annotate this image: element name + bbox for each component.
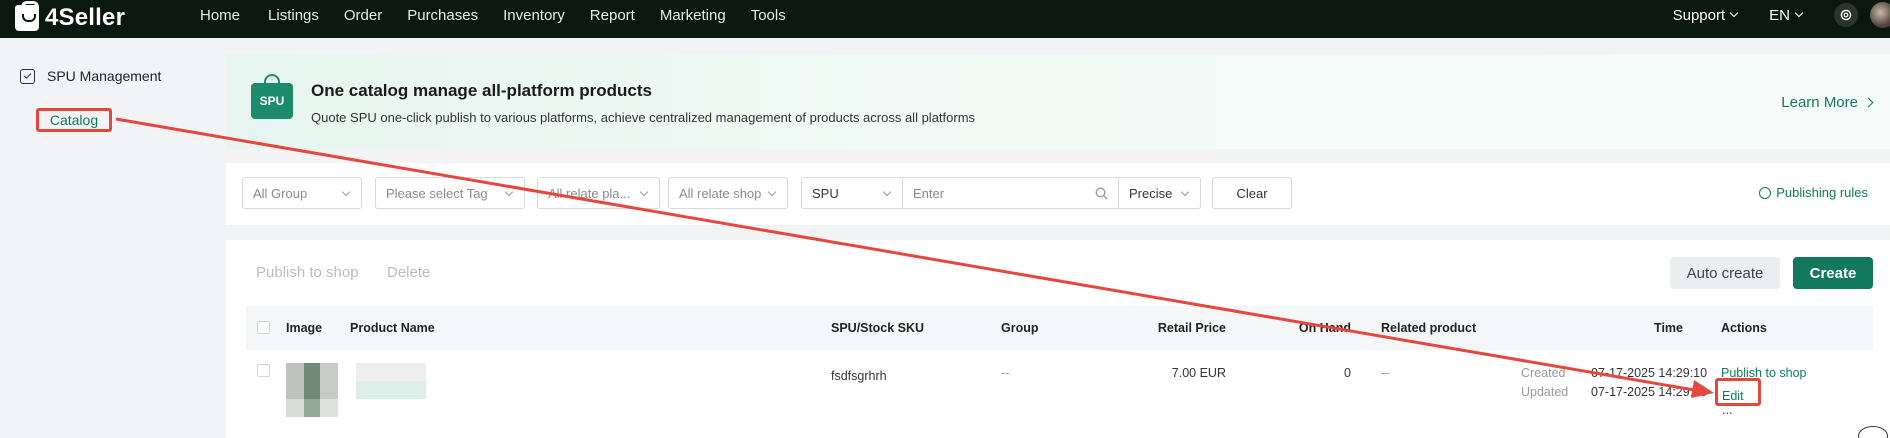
sidebar-item-label: Catalog [49, 112, 99, 128]
chevron-down-icon [504, 187, 514, 197]
shop-select-placeholder: All relate shop [679, 185, 762, 201]
created-label: Created [1521, 366, 1566, 380]
chevron-down-icon [639, 187, 649, 197]
delete-button[interactable]: Delete [387, 264, 430, 281]
chevron-down-icon [341, 187, 351, 197]
publishing-rules-label: Publishing rules [1776, 185, 1868, 200]
settings-button[interactable] [1834, 3, 1858, 27]
updated-label: Updated [1521, 385, 1569, 399]
row-group: -- [1001, 366, 1010, 380]
group-select-value: All Group [253, 185, 308, 201]
select-all-checkbox[interactable] [257, 321, 270, 334]
chevron-down-icon [1180, 187, 1190, 197]
catalog-icon [20, 68, 35, 84]
filter-bar: All Group Please select Tag All relate p… [226, 163, 1890, 225]
banner-subtitle: Quote SPU one-click publish to various p… [311, 110, 976, 125]
sidebar: SPU Management Catalog [0, 38, 215, 438]
row-on-hand: 0 [1344, 366, 1351, 380]
row-checkbox[interactable] [257, 364, 270, 377]
main-nav: Home Listings Order Purchases Inventory … [200, 0, 811, 30]
nav-tools[interactable]: Tools [751, 7, 786, 24]
platform-select[interactable]: All relate pla... [537, 177, 660, 209]
nav-purchases[interactable]: Purchases [407, 7, 478, 24]
top-nav-bar: 4Seller Home Listings Order Purchases In… [0, 0, 1890, 38]
updated-time: 07-17-2025 14:29:10 [1591, 385, 1708, 399]
avatar[interactable] [1870, 2, 1890, 28]
column-spu-sku: SPU/Stock SKU [831, 321, 925, 335]
search-icon [1095, 187, 1108, 200]
sidebar-item-catalog[interactable]: Catalog [36, 108, 112, 132]
chevron-down-icon [1794, 8, 1804, 18]
publish-to-shop-button[interactable]: Publish to shop [256, 264, 359, 281]
column-time: Time [1654, 321, 1683, 335]
nav-order[interactable]: Order [344, 7, 382, 24]
clear-button[interactable]: Clear [1212, 177, 1292, 209]
banner-title: One catalog manage all-platform products [311, 81, 653, 100]
row-retail-price: 7.00 EUR [1171, 366, 1226, 380]
settings-icon [1759, 186, 1772, 199]
nav-marketing[interactable]: Marketing [660, 7, 726, 24]
row-related: -- [1381, 366, 1390, 380]
created-time: 07-17-2025 14:29:10 [1591, 366, 1708, 380]
learn-more-link[interactable]: Learn More [1781, 94, 1874, 111]
column-product-name: Product Name [350, 321, 435, 335]
match-mode-select[interactable]: Precise [1118, 177, 1201, 209]
promo-banner: SPU One catalog manage all-platform prod… [226, 54, 1890, 149]
logo-text: 4Seller [45, 4, 126, 31]
publishing-rules-link[interactable]: Publishing rules [1759, 185, 1868, 200]
group-select[interactable]: All Group [242, 177, 362, 209]
logo-bag-icon [15, 1, 39, 31]
support-label: Support [1672, 6, 1726, 24]
search-input-placeholder: Enter [913, 185, 945, 201]
row-spu: fsdfsgrhrh [831, 369, 887, 383]
sidebar-section-label: SPU Management [47, 68, 162, 84]
match-mode-value: Precise [1129, 185, 1173, 201]
column-on-hand: On Hand [1298, 321, 1351, 335]
nav-listings[interactable]: Listings [268, 7, 319, 24]
chevron-right-icon [1863, 97, 1874, 108]
logo[interactable]: 4Seller [15, 1, 126, 32]
edit-highlight-box [1715, 378, 1761, 406]
column-image: Image [286, 321, 323, 335]
spu-bag-icon: SPU [251, 74, 293, 119]
create-button[interactable]: Create [1793, 257, 1873, 289]
product-name-blurred [356, 363, 426, 399]
tag-select-placeholder: Please select Tag [386, 185, 488, 201]
more-actions[interactable]: ... [1722, 403, 1732, 417]
auto-create-button[interactable]: Auto create [1670, 257, 1780, 289]
column-actions: Actions [1721, 321, 1767, 335]
nav-report[interactable]: Report [590, 7, 635, 24]
spu-badge-text: SPU [259, 94, 285, 108]
search-type-select[interactable]: SPU [801, 177, 903, 209]
table-header: Image Product Name SPU/Stock SKU Group R… [246, 306, 1873, 350]
tag-select[interactable]: Please select Tag [375, 177, 525, 209]
learn-more-label: Learn More [1781, 94, 1858, 111]
language-label: EN [1769, 6, 1790, 24]
search-type-value: SPU [812, 185, 839, 201]
chevron-down-icon [1729, 8, 1739, 18]
shop-select[interactable]: All relate shop [668, 177, 788, 209]
top-right-controls: Support EN [1673, 0, 1890, 30]
column-group: Group [1001, 321, 1039, 335]
language-menu[interactable]: EN [1769, 6, 1804, 24]
product-thumbnail [286, 363, 338, 417]
gear-icon [1840, 9, 1852, 21]
column-related-product: Related product [1381, 321, 1477, 335]
support-menu[interactable]: Support [1672, 6, 1739, 24]
search-input[interactable]: Enter [902, 177, 1119, 209]
platform-select-placeholder: All relate pla... [548, 185, 631, 201]
nav-inventory[interactable]: Inventory [503, 7, 565, 24]
chevron-down-icon [882, 187, 892, 197]
nav-home[interactable]: Home [200, 7, 240, 24]
product-table-panel: Publish to shop Delete Auto create Creat… [226, 240, 1890, 438]
sidebar-section-spu-management[interactable]: SPU Management [20, 68, 161, 84]
chevron-down-icon [767, 187, 777, 197]
column-retail-price: Retail Price [1157, 321, 1226, 335]
